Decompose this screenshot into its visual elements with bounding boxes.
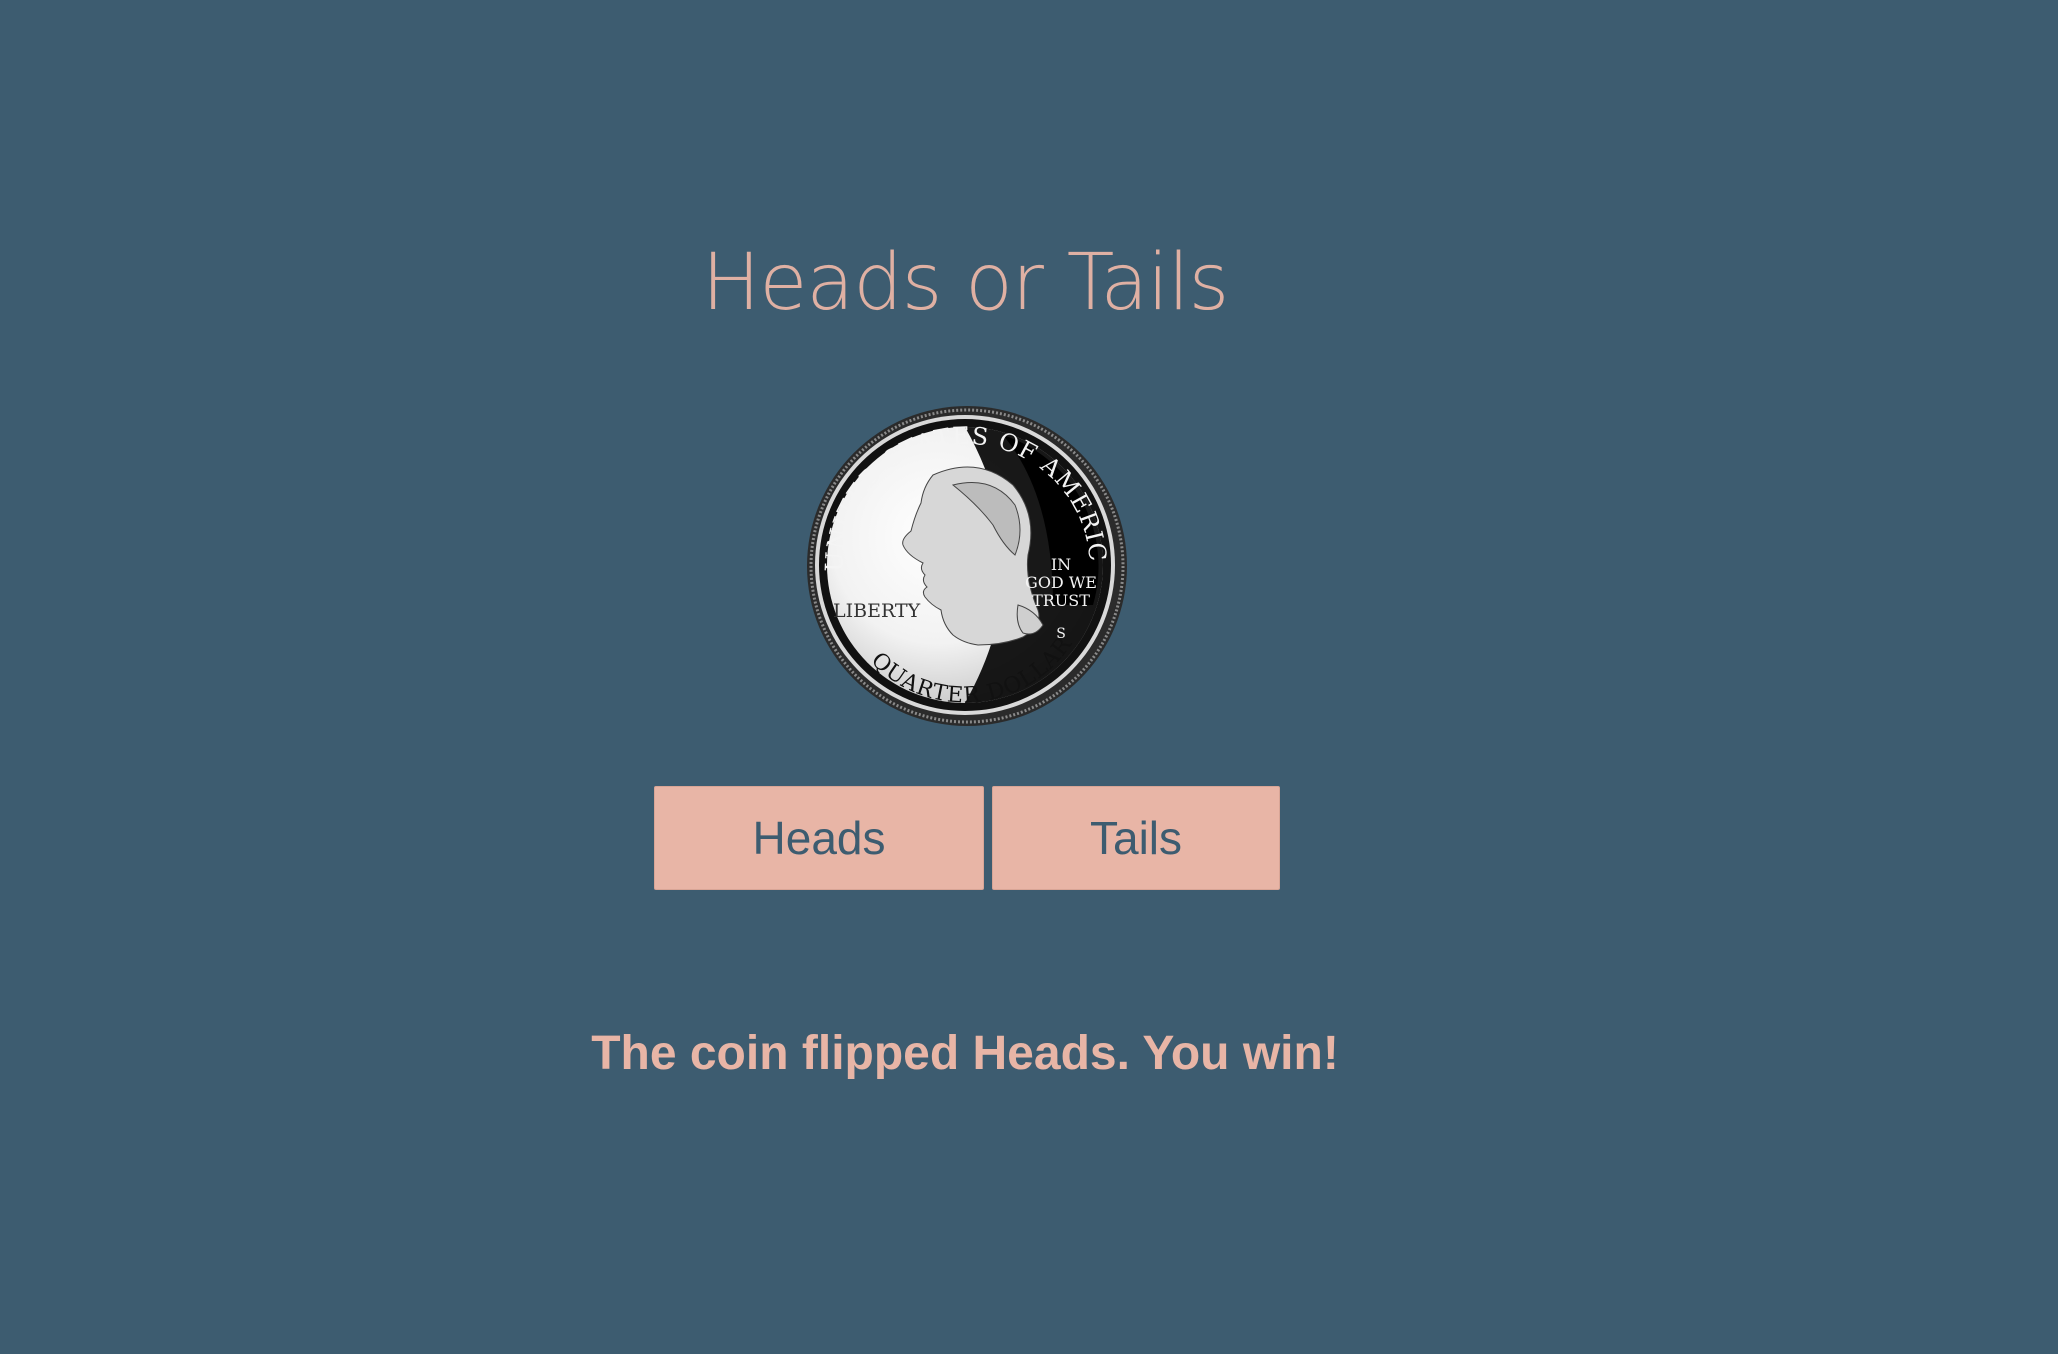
tails-button[interactable]: Tails bbox=[992, 786, 1280, 890]
coin-liberty-text: LIBERTY bbox=[833, 600, 921, 622]
coin-motto-line2: GOD WE bbox=[1025, 573, 1097, 592]
result-message: The coin flipped Heads. You win! bbox=[591, 1027, 1339, 1080]
page-title: Heads or Tails bbox=[701, 238, 1229, 328]
coin-image: UNITED STATES OF AMERICA QUARTER DOLLAR … bbox=[803, 405, 1127, 729]
quarter-coin-icon: UNITED STATES OF AMERICA QUARTER DOLLAR … bbox=[803, 405, 1127, 726]
app-container: Heads or Tails UNITED STATES OF AMERIC Q… bbox=[0, 0, 1930, 1354]
coin-motto-line3: TRUST bbox=[1032, 591, 1090, 610]
heads-button[interactable]: Heads bbox=[654, 786, 984, 890]
guess-buttons: Heads Tails bbox=[0, 786, 1930, 890]
coin-motto-line1: IN bbox=[1051, 555, 1071, 574]
coin-mint-mark: S bbox=[1056, 626, 1066, 642]
